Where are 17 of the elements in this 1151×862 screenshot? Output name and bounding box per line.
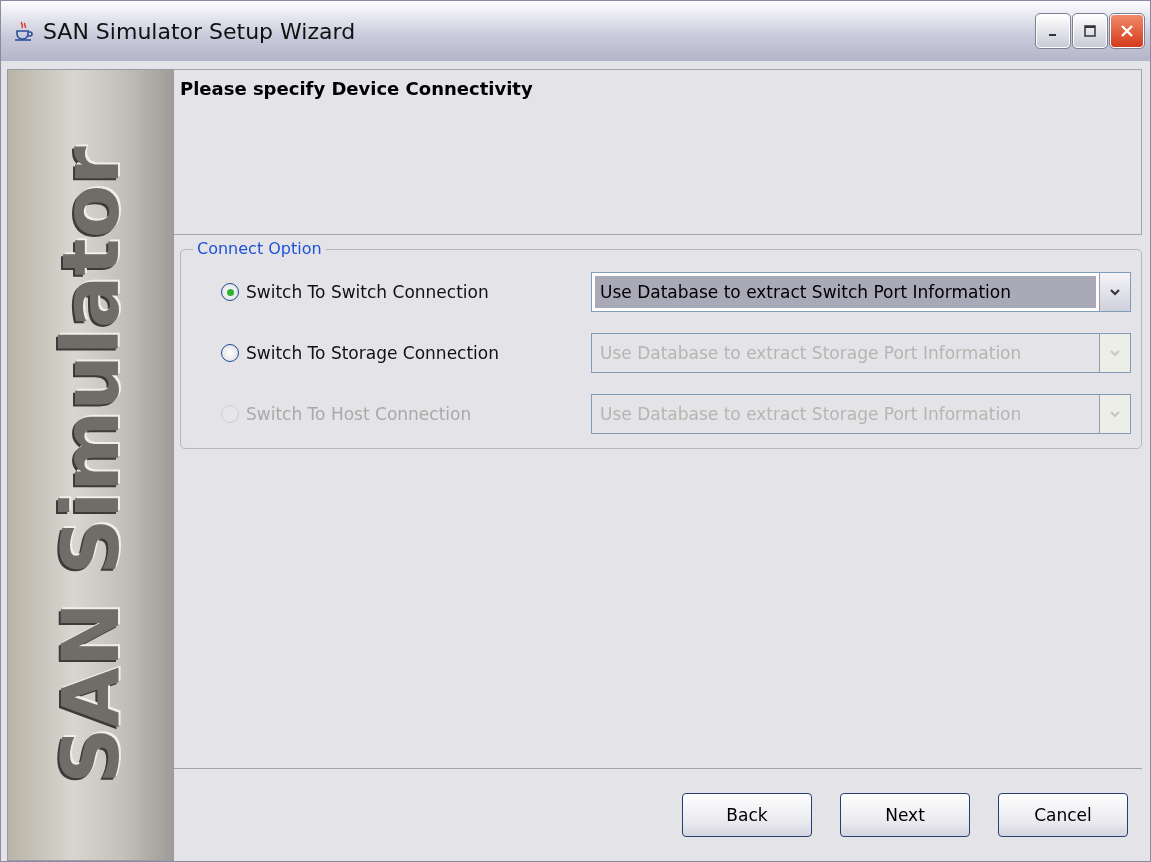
radio-button[interactable] xyxy=(221,344,239,362)
maximize-button[interactable] xyxy=(1073,14,1107,48)
coffee-cup-icon xyxy=(13,20,35,42)
window-title: SAN Simulator Setup Wizard xyxy=(43,18,357,44)
close-button[interactable] xyxy=(1110,14,1144,48)
logo-text: SAN Simulator xyxy=(45,146,136,784)
close-icon[interactable] xyxy=(1120,24,1134,38)
radio-button[interactable] xyxy=(221,283,239,301)
radio-option[interactable]: Switch To Storage Connection xyxy=(221,343,591,363)
page-heading: Please specify Device Connectivity xyxy=(180,78,533,99)
dropdown[interactable]: Use Database to extract Switch Port Information xyxy=(591,272,1131,312)
wizard-button[interactable]: Cancel xyxy=(998,793,1128,837)
radio-option[interactable]: Switch To Switch Connection xyxy=(221,282,591,302)
wizard-button[interactable]: Next xyxy=(840,793,970,837)
wizard-button[interactable]: Back xyxy=(682,793,812,837)
maximize-icon[interactable] xyxy=(1083,24,1097,38)
group-legend: Connect Option xyxy=(193,239,326,258)
